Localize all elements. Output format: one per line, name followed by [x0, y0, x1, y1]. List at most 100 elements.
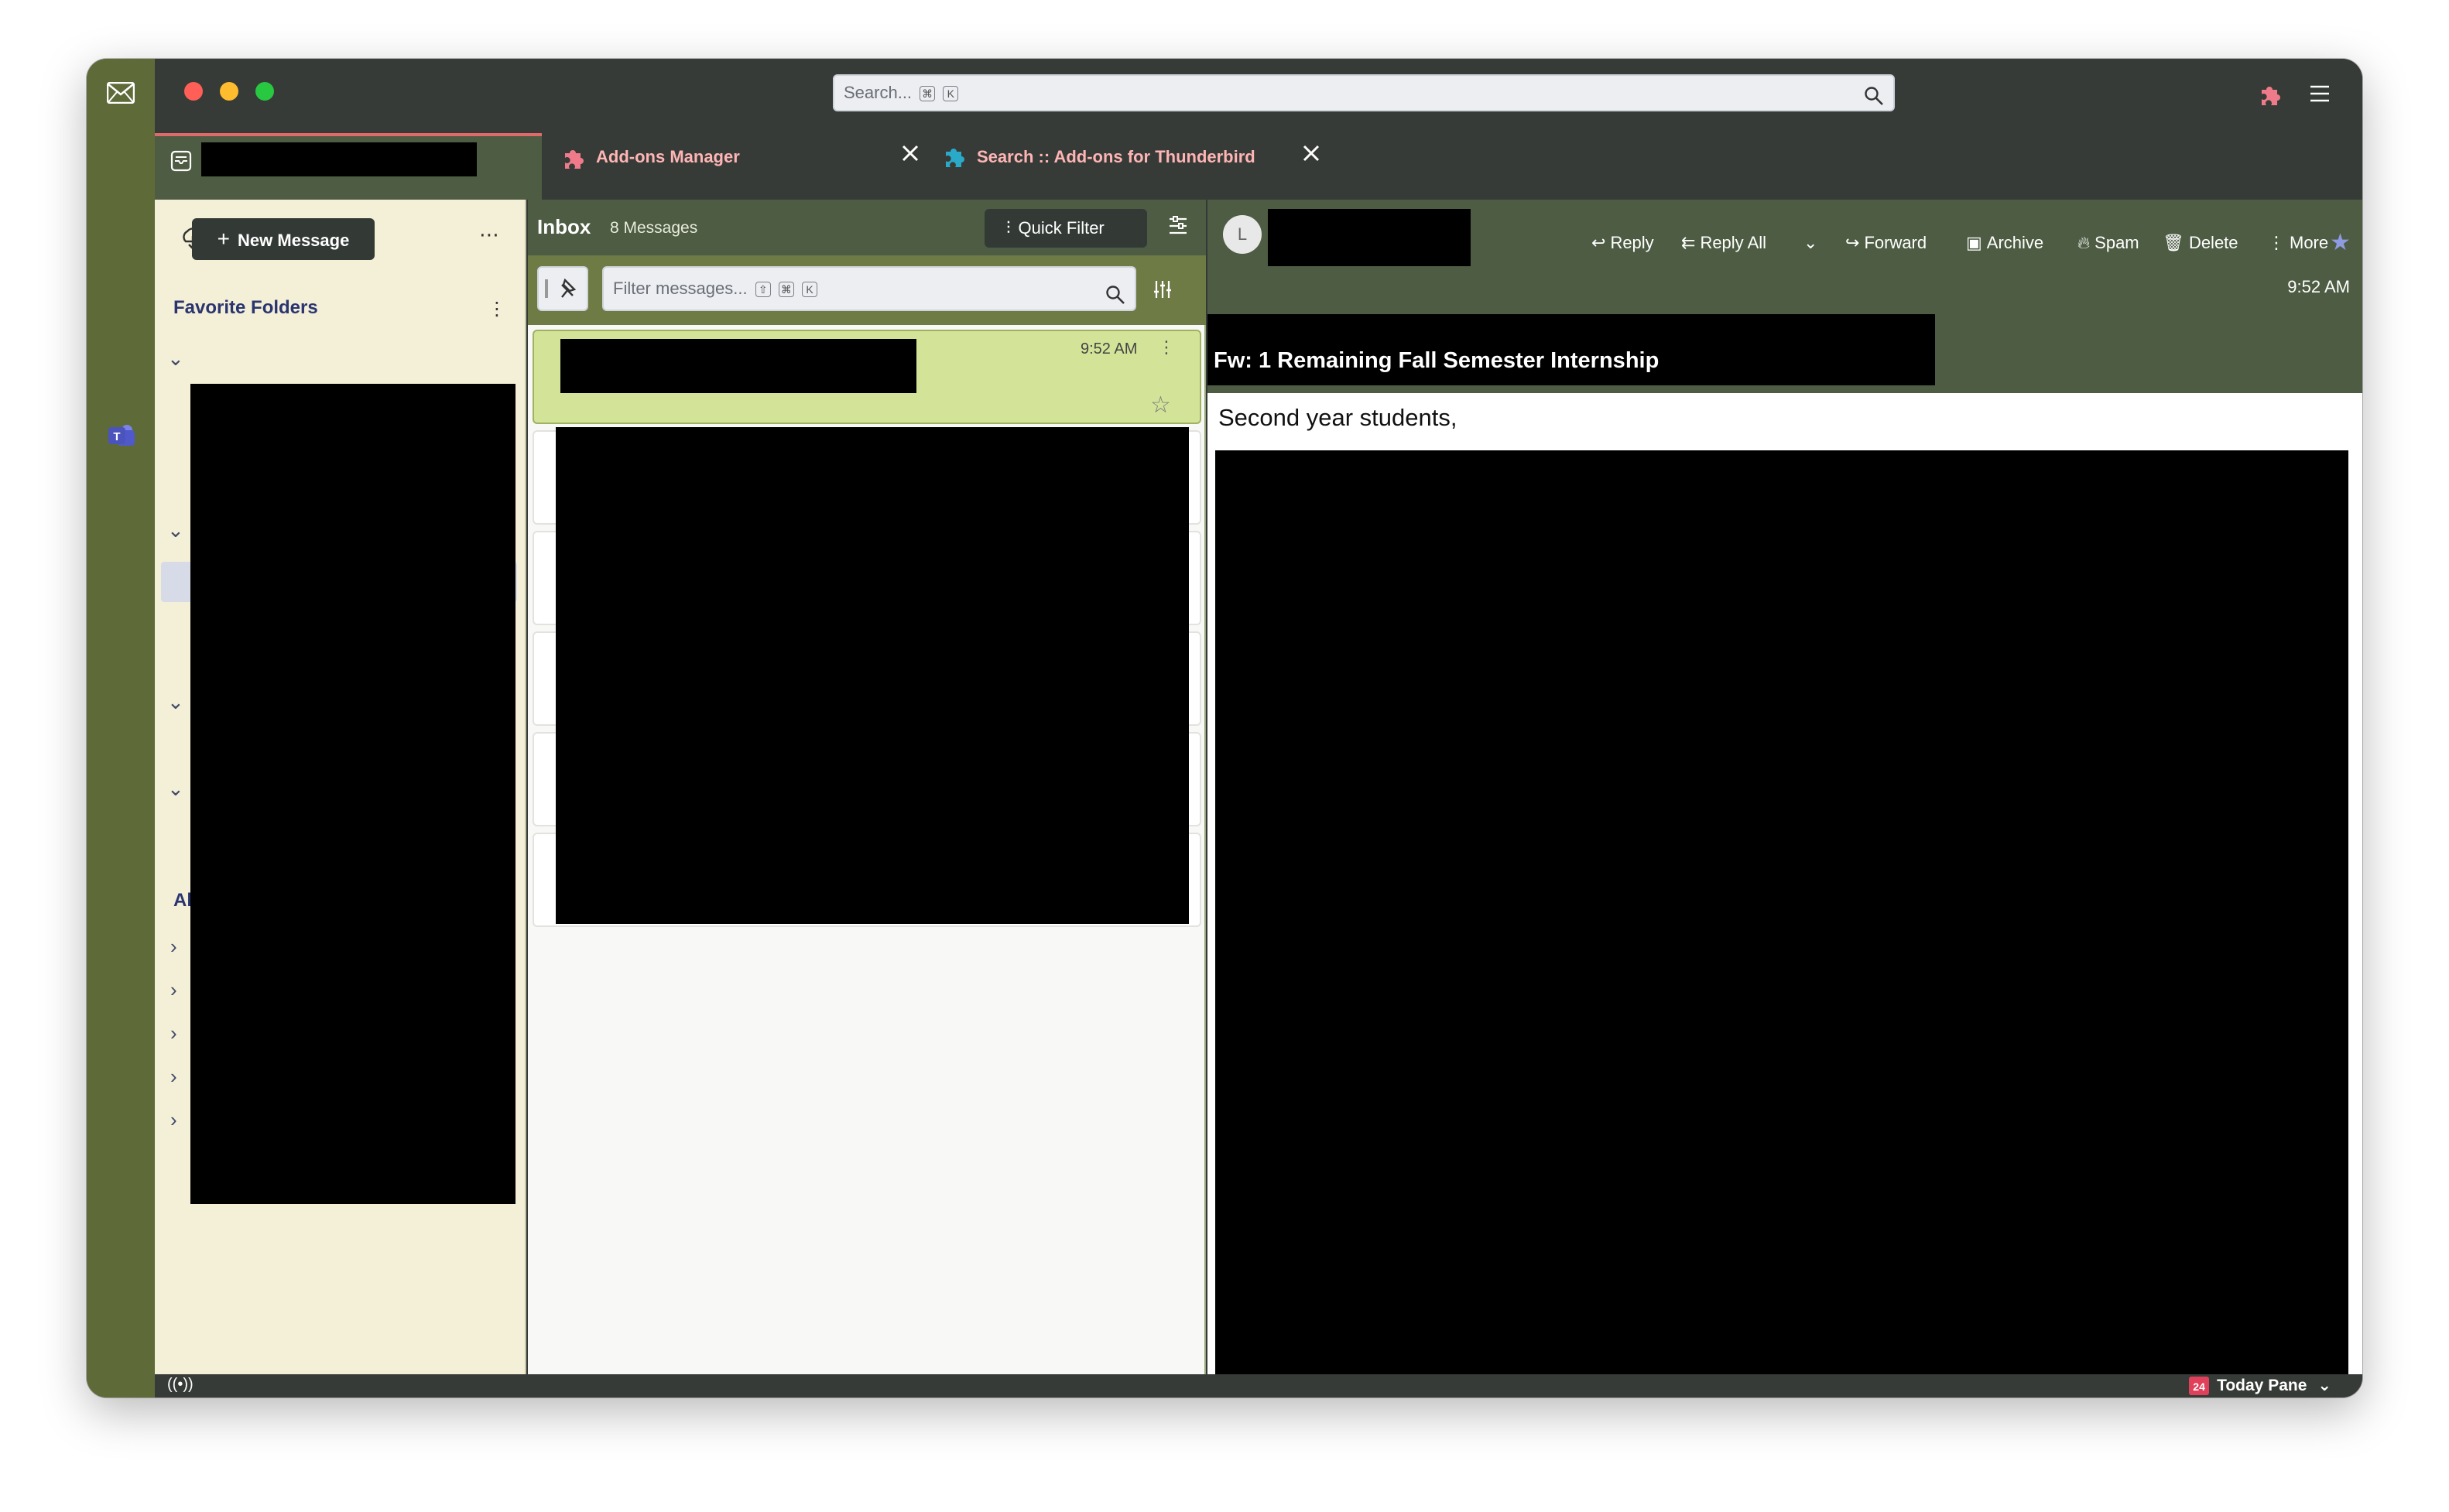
spam-flame-icon: 🔥︎	[2077, 233, 2091, 252]
chevron-down-icon[interactable]: ⌄	[167, 347, 184, 371]
pin-filter-button[interactable]	[537, 266, 588, 311]
message-body-redacted	[1215, 450, 2348, 1374]
shortcut-key: ⇧	[755, 282, 771, 298]
forward-button[interactable]: ↪ Forward	[1845, 227, 1927, 258]
tab-mail[interactable]	[155, 133, 542, 200]
new-message-label: New Message	[238, 231, 350, 250]
reply-label: Reply	[1610, 233, 1654, 252]
chevron-down-icon: ⌄	[1803, 233, 1818, 252]
filter-options-icon[interactable]	[1152, 279, 1173, 300]
filter-placeholder: Filter messages...	[613, 279, 748, 298]
search-placeholder: Search...	[844, 83, 913, 102]
star-icon[interactable]: ☆	[1150, 392, 1171, 419]
today-pane-toggle[interactable]: 24 Today Pane ⌄	[2189, 1374, 2331, 1397]
tab-addons-manager[interactable]: Add-ons Manager	[550, 133, 937, 200]
new-message-button[interactable]: + New Message	[192, 218, 375, 260]
favorite-folders-menu-icon[interactable]: ⋮	[488, 299, 506, 320]
message-subject: Fw: 1 Remaining Fall Semester Internship	[1214, 348, 1659, 373]
favorite-folders-header: Favorite Folders	[173, 297, 318, 318]
addons-puzzle-icon[interactable]	[2257, 80, 2283, 107]
more-button[interactable]: ⋮ More	[2268, 227, 2328, 258]
thread-pane: Inbox 8 Messages ⫶ Quick Filter Filter me…	[528, 200, 1206, 1374]
reply-all-icon: ⇇	[1681, 233, 1696, 252]
message-time: 9:52 AM	[1081, 340, 1138, 357]
tab-label: Add-ons Manager	[596, 147, 740, 166]
spam-button[interactable]: 🔥︎ Spam	[2077, 227, 2139, 258]
message-row-selected[interactable]: 9:52 AM ⋮ ☆	[533, 330, 1201, 424]
filter-sliders-icon: ⫶	[1006, 218, 1011, 238]
calendar-icon: 24	[2189, 1377, 2210, 1396]
thread-pane-header: Inbox 8 Messages ⫶ Quick Filter	[528, 200, 1206, 255]
folder-name: Inbox	[537, 215, 591, 238]
message-list-redacted	[556, 427, 1189, 924]
quick-filter-button[interactable]: ⫶ Quick Filter	[985, 209, 1147, 248]
shortcut-key: K	[801, 282, 817, 298]
spam-label: Spam	[2094, 233, 2139, 252]
search-icon[interactable]	[1105, 279, 1125, 304]
message-time: 9:52 AM	[2287, 277, 2350, 296]
reply-button[interactable]: ↩ Reply	[1591, 227, 1654, 258]
reply-all-dropdown[interactable]: ⌄	[1803, 227, 1817, 258]
shortcut-key: K	[943, 86, 959, 102]
delete-button[interactable]: 🗑︎ Delete	[2163, 227, 2238, 258]
tab-title-redacted	[201, 142, 477, 176]
reply-icon: ↩	[1591, 233, 1606, 252]
minimize-window-button[interactable]	[220, 82, 238, 101]
status-bar: ((•)) 24 Today Pane ⌄	[155, 1374, 2362, 1397]
sender-name-redacted	[1268, 209, 1471, 266]
spaces-toolbar: T	[87, 59, 155, 1397]
folder-pane-more-button[interactable]: ⋯	[474, 223, 505, 257]
star-message-icon[interactable]: ★	[2330, 227, 2351, 258]
chevron-right-icon[interactable]: ›	[170, 1021, 177, 1045]
archive-label: Archive	[1986, 233, 2044, 252]
more-icon: ⋮	[2268, 233, 2285, 252]
quick-filter-label: Quick Filter	[1018, 218, 1105, 238]
reply-all-button[interactable]: ⇇ Reply All	[1681, 227, 1766, 258]
thunderbird-window: T Search... ⌘ K Add-ons Manager Search:…	[87, 59, 2362, 1397]
archive-icon: ▣	[1966, 233, 1982, 252]
chevron-right-icon[interactable]: ›	[170, 978, 177, 1002]
tab-label: Search :: Add-ons for Thunderbird	[977, 147, 1255, 166]
chevron-down-icon[interactable]: ⌄	[167, 777, 184, 801]
more-label: More	[2290, 233, 2329, 252]
addons-site-icon	[941, 142, 968, 169]
chevron-down-icon[interactable]: ⌄	[167, 518, 184, 542]
filter-messages-input[interactable]: Filter messages... ⇧ ⌘ K	[602, 266, 1136, 311]
chevron-right-icon[interactable]: ›	[170, 1065, 177, 1089]
today-pane-label: Today Pane	[2217, 1377, 2307, 1394]
mail-space-icon[interactable]	[106, 81, 135, 104]
display-options-icon[interactable]	[1167, 215, 1189, 237]
message-header: L ↩ Reply ⇇ Reply All ⌄ ↪ Forward ▣ Archive …	[1207, 200, 2362, 393]
archive-button[interactable]: ▣ Archive	[1966, 227, 2043, 258]
chevron-right-icon[interactable]: ›	[170, 935, 177, 959]
message-sender-redacted	[560, 339, 916, 393]
tab-addons-search[interactable]: Search :: Add-ons for Thunderbird	[941, 133, 1336, 200]
close-window-button[interactable]	[184, 82, 203, 101]
addons-tab-icon	[560, 144, 587, 170]
zoom-window-button[interactable]	[255, 82, 274, 101]
app-menu-icon[interactable]	[2308, 84, 2331, 104]
search-icon[interactable]	[1864, 84, 1884, 105]
chevron-down-icon: ⌄	[2317, 1377, 2331, 1394]
title-bar: Search... ⌘ K	[155, 59, 2362, 133]
close-tab-icon[interactable]	[1300, 142, 1322, 164]
chevron-right-icon[interactable]: ›	[170, 1108, 177, 1132]
svg-text:T: T	[113, 430, 120, 443]
teams-addon-icon[interactable]: T	[107, 421, 136, 450]
sender-avatar: L	[1223, 215, 1262, 254]
reply-all-label: Reply All	[1700, 233, 1767, 252]
chevron-down-icon[interactable]: ⌄	[167, 690, 184, 714]
all-folders-header: Al	[173, 890, 192, 911]
shortcut-key: ⌘	[778, 282, 794, 298]
plus-icon: +	[217, 227, 231, 251]
message-count: 8 Messages	[610, 219, 698, 237]
folder-pane: + New Message ⋯ Favorite Folders ⋮ ⌄ ⌄ ⌄ …	[155, 200, 526, 1374]
tab-bar: Add-ons Manager Search :: Add-ons for Th…	[155, 133, 2362, 200]
global-search-input[interactable]: Search... ⌘ K	[833, 74, 1895, 111]
message-reader-pane: L ↩ Reply ⇇ Reply All ⌄ ↪ Forward ▣ Archive …	[1207, 200, 2362, 1374]
message-row-menu-icon[interactable]: ⋮	[1158, 337, 1175, 357]
online-status-icon[interactable]: ((•))	[167, 1376, 194, 1394]
forward-label: Forward	[1864, 233, 1927, 252]
forward-icon: ↪	[1845, 233, 1860, 252]
close-tab-icon[interactable]	[899, 142, 921, 164]
